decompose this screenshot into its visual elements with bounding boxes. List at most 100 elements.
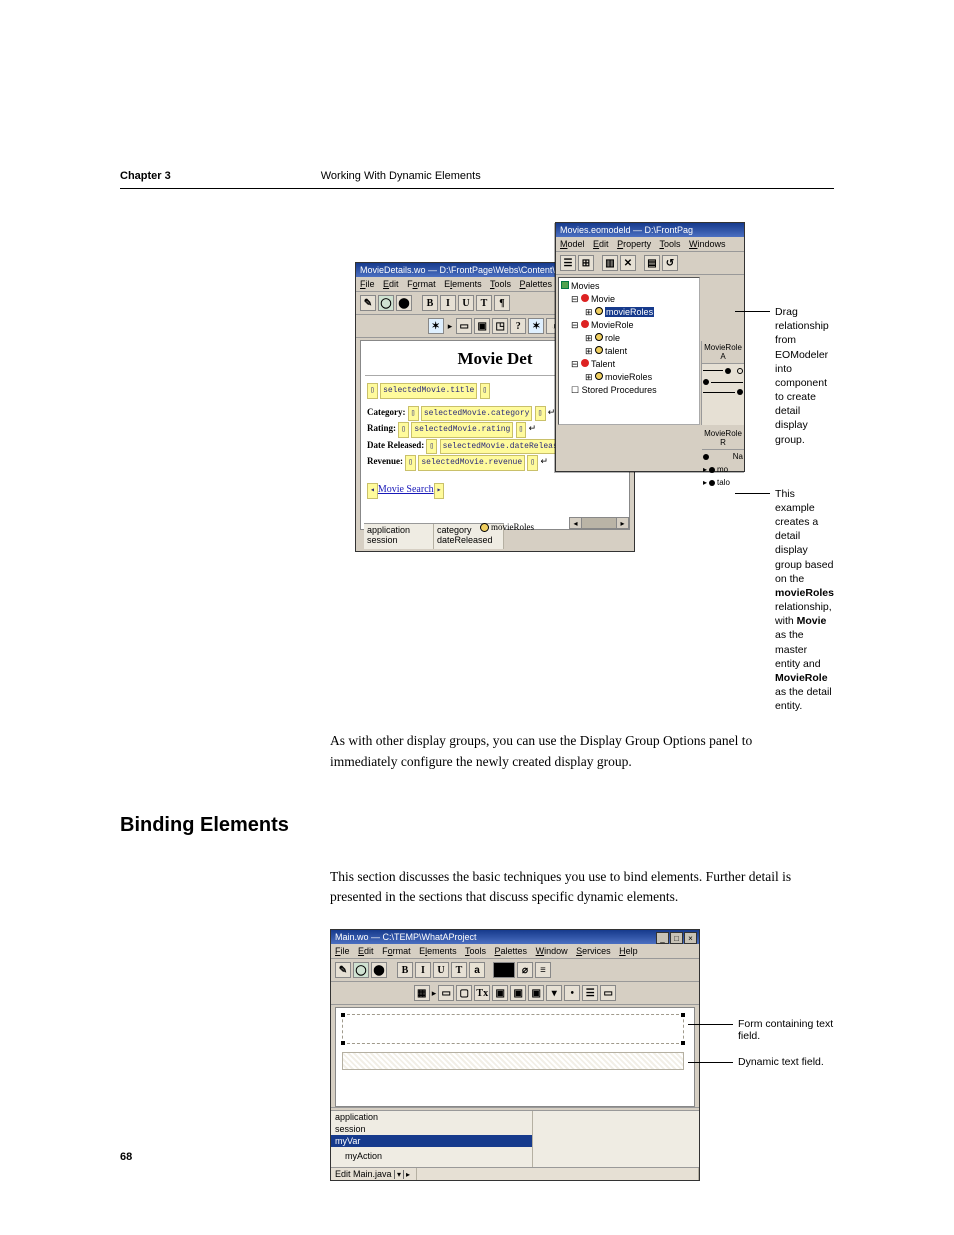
mod-tool-3-icon[interactable]: ▥ [602,255,618,271]
menu-model[interactable]: Model [560,239,585,249]
drag-cursor-label: movieRoles [480,522,550,536]
page-number: 68 [120,1151,132,1163]
f2-sep: ▸ [432,988,437,999]
fig2-browser-col-1[interactable]: application session myVar myAction [331,1111,533,1167]
f2-menu-file[interactable]: File [335,946,350,956]
running-header: Chapter 3 Working With Dynamic Elements [120,170,834,182]
fig2-toolbar-2: ▦ ▸ ▭ ▢ Tx ▣ ▣ ▣ ▾ • ☰ ▭ [331,982,699,1005]
f2-el-8-icon[interactable]: ▾ [546,985,562,1001]
f2-menu-palettes[interactable]: Palettes [495,946,528,956]
underline-button[interactable]: U [458,295,474,311]
f2-clear-button[interactable]: ⌀ [517,962,533,978]
paragraph-button[interactable]: ¶ [494,295,510,311]
figure-1: MovieDetails.wo — D:\FrontPage\Webs\Cont… [330,222,834,713]
menu-format[interactable]: Format [407,279,436,289]
f2-el-11-icon[interactable]: ▭ [600,985,616,1001]
menu-windows[interactable]: Windows [689,239,726,249]
f2-color-swatch[interactable] [493,962,515,978]
diagram-item-3: ▸ talo [702,476,744,489]
element-star2-icon[interactable]: ✶ [528,318,544,334]
f2-tt-button[interactable]: T [451,962,467,978]
f2-el-10-icon[interactable]: ☰ [582,985,598,1001]
mod-tool-4-icon[interactable]: ✕ [620,255,636,271]
minimize-button[interactable]: _ [656,932,669,944]
f2-el-9-icon[interactable]: • [564,985,580,1001]
f2-el-1-icon[interactable]: ▦ [414,985,430,1001]
fig2-titlebar: Main.wo — C:\TEMP\WhatAProject [331,930,699,944]
fig2-canvas [335,1007,695,1107]
relationship-icon [480,523,489,532]
fig2-browser-col-2[interactable] [533,1111,699,1167]
f2-menu-window[interactable]: Window [536,946,568,956]
diagram-rel-3 [702,387,744,397]
f2-el-7-icon[interactable]: ▣ [528,985,544,1001]
f2-menu-elements[interactable]: Elements [419,946,457,956]
f2-circle-icon[interactable]: ◯ [353,962,369,978]
dynamic-textfield[interactable] [342,1052,684,1070]
menu-file[interactable]: File [360,279,375,289]
figure-2: Main.wo — C:\TEMP\WhatAProject _ □ × Fil… [330,929,834,1181]
f2-el-3-icon[interactable]: ▢ [456,985,472,1001]
element-image-icon[interactable]: ◳ [492,318,508,334]
eomodeler-window: Movies.eomodeld — D:\FrontPag Model Edit… [555,222,745,472]
diagram-header-2: MovieRole R [702,427,744,450]
browser-col-1[interactable]: application session [364,524,434,549]
close-button[interactable]: × [684,932,697,944]
italic-button[interactable]: I [440,295,456,311]
mod-tool-2-icon[interactable]: ⊞ [578,255,594,271]
diagram-rel-2 [702,377,744,387]
element-button-icon[interactable]: ▣ [474,318,490,334]
selected-relationship: movieRoles [605,307,654,317]
f2-disk-icon[interactable]: ⬤ [371,962,387,978]
element-help-icon[interactable]: ? [510,318,526,334]
movie-search-link[interactable]: Movie Search [378,484,434,495]
f2-el-4-icon[interactable]: Tx [474,985,490,1001]
maximize-button[interactable]: □ [670,932,683,944]
status-blank [417,1168,699,1180]
tool-circle-icon[interactable]: ◯ [378,295,394,311]
h-scrollbar[interactable]: ◂▸ [569,517,629,529]
f2-annotation-2: Dynamic text field. [718,1056,834,1068]
tt-button[interactable]: T [476,295,492,311]
mod-tool-6-icon[interactable]: ↺ [662,255,678,271]
f2-menu-format[interactable]: Format [382,946,411,956]
mod-tool-1-icon[interactable]: ☰ [560,255,576,271]
menu-tools2[interactable]: Tools [659,239,680,249]
f2-anchor-button[interactable]: a [469,962,485,978]
fig2-menubar: File Edit Format Elements Tools Palettes… [331,944,699,959]
f2-underline-button[interactable]: U [433,962,449,978]
figure-1-annotations: Drag relationship from EOModeler into co… [740,222,834,713]
f2-menu-help[interactable]: Help [619,946,638,956]
f2-align-button[interactable]: ≡ [535,962,551,978]
menu-edit2[interactable]: Edit [593,239,609,249]
f2-el-2-icon[interactable]: ▭ [438,985,454,1001]
f2-menu-services[interactable]: Services [576,946,611,956]
f2-menu-tools[interactable]: Tools [465,946,486,956]
menu-tools[interactable]: Tools [490,279,511,289]
status-file[interactable]: Edit Main.java ▾▸ [331,1168,417,1180]
menu-palettes[interactable]: Palettes [520,279,553,289]
mod-tool-5-icon[interactable]: ▤ [644,255,660,271]
figure-1-screenshot: MovieDetails.wo — D:\FrontPage\Webs\Cont… [330,222,740,552]
f2-bold-button[interactable]: B [397,962,413,978]
f2-pencil-icon[interactable]: ✎ [335,962,351,978]
element-textfield-icon[interactable]: ▭ [456,318,472,334]
f2-el-5-icon[interactable]: ▣ [492,985,508,1001]
tool-pencil-icon[interactable]: ✎ [360,295,376,311]
menu-elements[interactable]: Elements [444,279,482,289]
f2-el-6-icon[interactable]: ▣ [510,985,526,1001]
fig2-object-browser: application session myVar myAction [331,1111,699,1167]
f2-italic-button[interactable]: I [415,962,431,978]
f2-menu-edit[interactable]: Edit [358,946,374,956]
entity-tree[interactable]: Movies ⊟ Movie ⊞ movieRoles ⊟ MovieRole … [558,277,700,425]
element-star-icon[interactable]: ✶ [428,318,444,334]
diagram-item-1: Na [702,450,744,463]
modeler-titlebar: Movies.eomodeld — D:\FrontPag [556,223,744,237]
bold-button[interactable]: B [422,295,438,311]
fig2-statusbar: Edit Main.java ▾▸ [331,1167,699,1180]
tool-disk-icon[interactable]: ⬤ [396,295,412,311]
menu-edit[interactable]: Edit [383,279,399,289]
header-rule [120,188,834,189]
form-outline[interactable] [342,1014,684,1044]
menu-property[interactable]: Property [617,239,651,249]
